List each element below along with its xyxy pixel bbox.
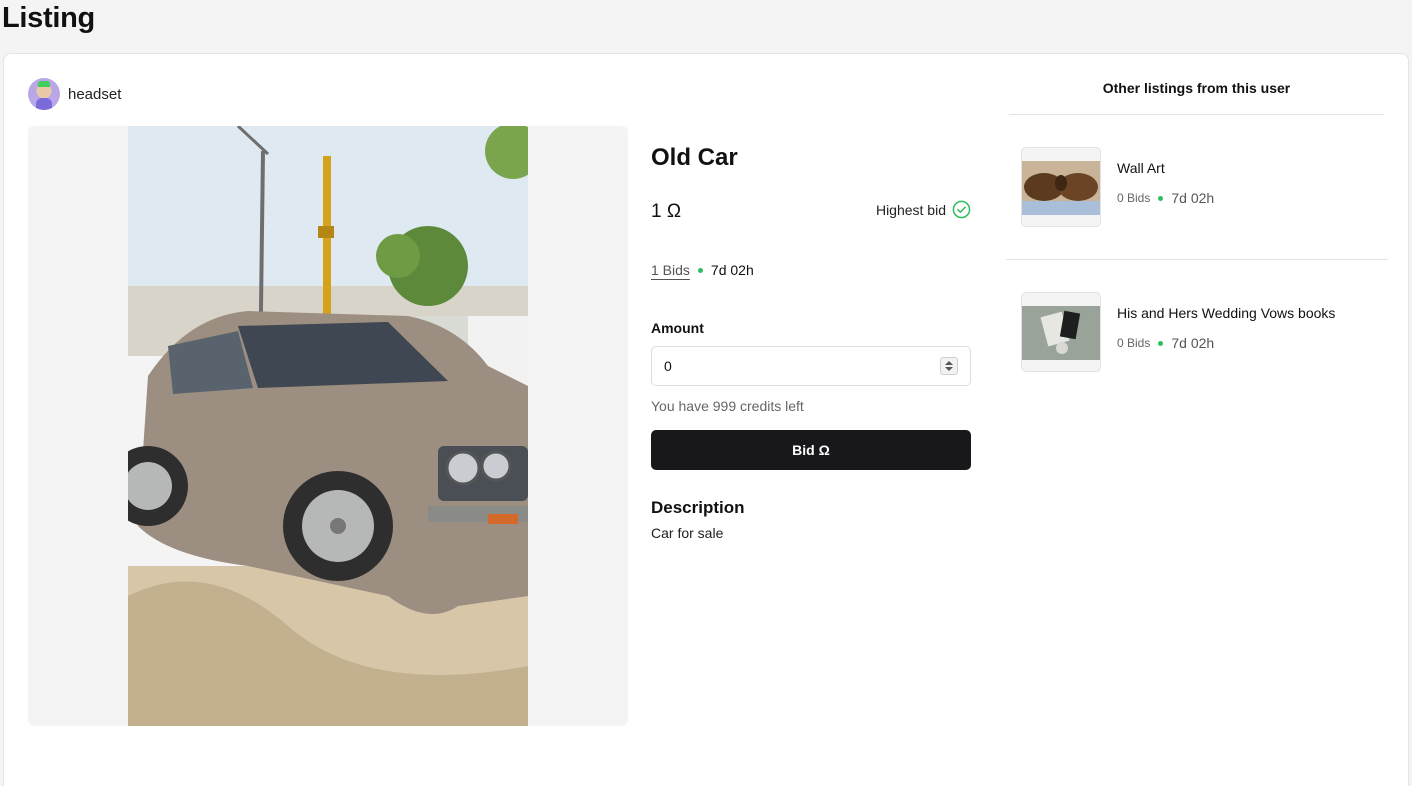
highest-bid-label: Highest bid xyxy=(875,201,946,218)
other-listing-time: 7d 02h xyxy=(1171,190,1215,206)
other-listing-title[interactable]: Wall Art xyxy=(1117,160,1214,176)
other-listing-time: 7d 02h xyxy=(1171,335,1215,351)
bids-link[interactable]: 1 Bids xyxy=(651,262,690,278)
listing-meta: 1 Bids 7d 02h xyxy=(651,262,754,278)
status-dot xyxy=(697,267,703,273)
other-listing-bids: 0 Bids xyxy=(1117,191,1151,205)
other-listing-title[interactable]: His and Hers Wedding Vows books xyxy=(1117,305,1335,321)
credits-left: You have 999 credits left xyxy=(651,398,804,414)
status-dot xyxy=(1158,340,1164,346)
listing-title: Old Car xyxy=(651,144,738,171)
page-title: Listing xyxy=(2,2,95,34)
car-photo xyxy=(128,126,528,726)
wall-art-image xyxy=(1022,161,1100,215)
seller-info[interactable]: headset xyxy=(28,78,121,110)
amount-input[interactable] xyxy=(664,358,924,374)
stepper-up-icon[interactable] xyxy=(945,361,953,365)
other-listing-item[interactable]: His and Hers Wedding Vows books 0 Bids 7… xyxy=(1021,292,1335,372)
time-left: 7d 02h xyxy=(710,262,754,278)
amount-field[interactable] xyxy=(651,346,971,386)
other-listings: Other listings from this user Wall Art 0… xyxy=(1006,54,1388,454)
check-circle-icon xyxy=(952,200,971,219)
listing-thumbnail[interactable] xyxy=(1021,292,1101,372)
stepper-down-icon[interactable] xyxy=(945,367,953,371)
other-listing-item[interactable]: Wall Art 0 Bids 7d 02h xyxy=(1021,147,1214,227)
other-listing-bids: 0 Bids xyxy=(1117,336,1151,350)
avatar[interactable] xyxy=(28,78,60,110)
divider xyxy=(1006,259,1388,260)
amount-stepper[interactable] xyxy=(940,357,958,375)
bid-button[interactable]: Bid Ω xyxy=(651,430,971,470)
other-listings-title: Other listings from this user xyxy=(1102,80,1291,96)
amount-label: Amount xyxy=(651,320,704,336)
wedding-books-image xyxy=(1022,306,1100,360)
listing-image-panel xyxy=(28,126,628,726)
divider xyxy=(1009,114,1384,115)
listing-price: 1 Ω xyxy=(651,201,682,222)
description-text: Car for sale xyxy=(651,525,724,541)
status-dot xyxy=(1158,195,1164,201)
description-heading: Description xyxy=(651,498,745,517)
listing-card: headset Old Car 1 Ω Highest bid 1 Bids 7… xyxy=(3,53,1409,786)
listing-thumbnail[interactable] xyxy=(1021,147,1101,227)
seller-name[interactable]: headset xyxy=(68,86,121,103)
highest-bid-badge: Highest bid xyxy=(876,200,971,219)
